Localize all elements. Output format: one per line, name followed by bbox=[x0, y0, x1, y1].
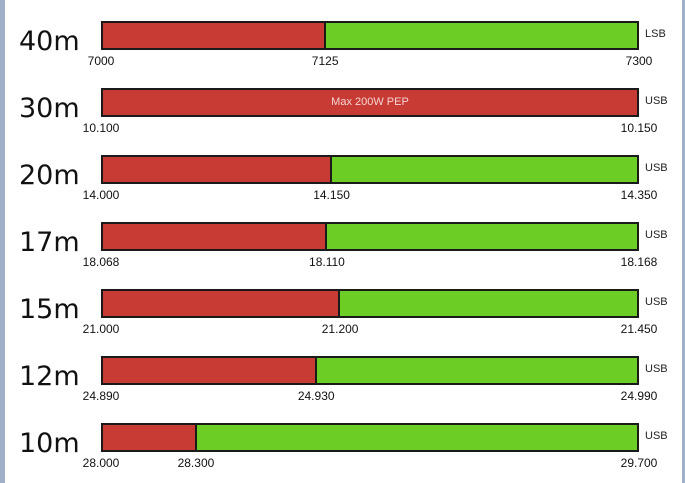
restricted-segment bbox=[103, 291, 341, 316]
band-label: 20m bbox=[19, 160, 80, 191]
tick-label: 14.150 bbox=[313, 188, 350, 202]
band-label: 15m bbox=[19, 294, 80, 325]
band-row-20m: 20m USB 14.000 14.150 14.350 bbox=[5, 155, 685, 221]
tick-label: 10.150 bbox=[620, 121, 658, 135]
tick-label: 18.168 bbox=[620, 255, 658, 269]
band-row-10m: 10m USB 28.000 28.300 29.700 bbox=[5, 423, 685, 483]
tick-label: 14.000 bbox=[82, 188, 120, 202]
band-bar bbox=[101, 222, 639, 251]
tick-label: 18.068 bbox=[82, 255, 120, 269]
tick-label: 10.100 bbox=[82, 121, 120, 135]
tick-label: 14.350 bbox=[620, 188, 658, 202]
band-bar: Max 200W PEP bbox=[101, 88, 639, 117]
sideband-mode-label: USB bbox=[645, 162, 668, 174]
band-bar bbox=[101, 423, 639, 452]
restricted-segment bbox=[103, 23, 326, 48]
tick-label: 28.000 bbox=[82, 456, 120, 470]
tick-label: 7000 bbox=[87, 54, 115, 68]
restricted-segment bbox=[103, 224, 328, 249]
sideband-mode-label: USB bbox=[645, 363, 668, 375]
sideband-mode-label: USB bbox=[645, 95, 668, 107]
band-bar bbox=[101, 356, 639, 385]
band-row-30m: 30m Max 200W PEP USB 10.100 10.150 bbox=[5, 88, 685, 154]
tick-label: 7300 bbox=[625, 54, 653, 68]
band-label: 10m bbox=[19, 428, 80, 459]
band-bar bbox=[101, 155, 639, 184]
tick-label: 24.990 bbox=[620, 389, 658, 403]
band-row-12m: 12m USB 24.890 24.930 24.990 bbox=[5, 356, 685, 422]
tick-label: 29.700 bbox=[620, 456, 658, 470]
tick-label: 21.000 bbox=[82, 322, 120, 336]
sideband-mode-label: USB bbox=[645, 296, 668, 308]
tick-label: 24.890 bbox=[82, 389, 120, 403]
sideband-mode-label: USB bbox=[645, 430, 668, 442]
tick-label: 24.930 bbox=[297, 389, 335, 403]
tick-label: 18.110 bbox=[309, 255, 345, 269]
band-row-17m: 17m USB 18.068 18.110 18.168 bbox=[5, 222, 685, 288]
sideband-mode-label: USB bbox=[645, 229, 668, 241]
band-row-15m: 15m USB 21.000 21.200 21.450 bbox=[5, 289, 685, 355]
band-label: 12m bbox=[19, 361, 80, 392]
band-label: 30m bbox=[19, 93, 80, 124]
tick-label: 7125 bbox=[311, 54, 339, 68]
band-row-40m: 40m LSB 7000 7125 7300 bbox=[5, 21, 685, 87]
restricted-segment bbox=[103, 358, 317, 383]
band-label: 17m bbox=[19, 227, 80, 258]
band-bar bbox=[101, 289, 639, 318]
restricted-segment bbox=[103, 157, 332, 182]
band-bar bbox=[101, 21, 639, 50]
bar-note: Max 200W PEP bbox=[331, 96, 409, 108]
chart-frame: 40m LSB 7000 7125 7300 30m Max 200W PEP USB 10.1… bbox=[0, 0, 685, 483]
band-label: 40m bbox=[19, 26, 80, 57]
sideband-mode-label: LSB bbox=[645, 28, 666, 40]
tick-label: 21.200 bbox=[321, 322, 359, 336]
restricted-segment bbox=[103, 425, 198, 450]
tick-label: 21.450 bbox=[620, 322, 658, 336]
tick-label: 28.300 bbox=[177, 456, 215, 470]
